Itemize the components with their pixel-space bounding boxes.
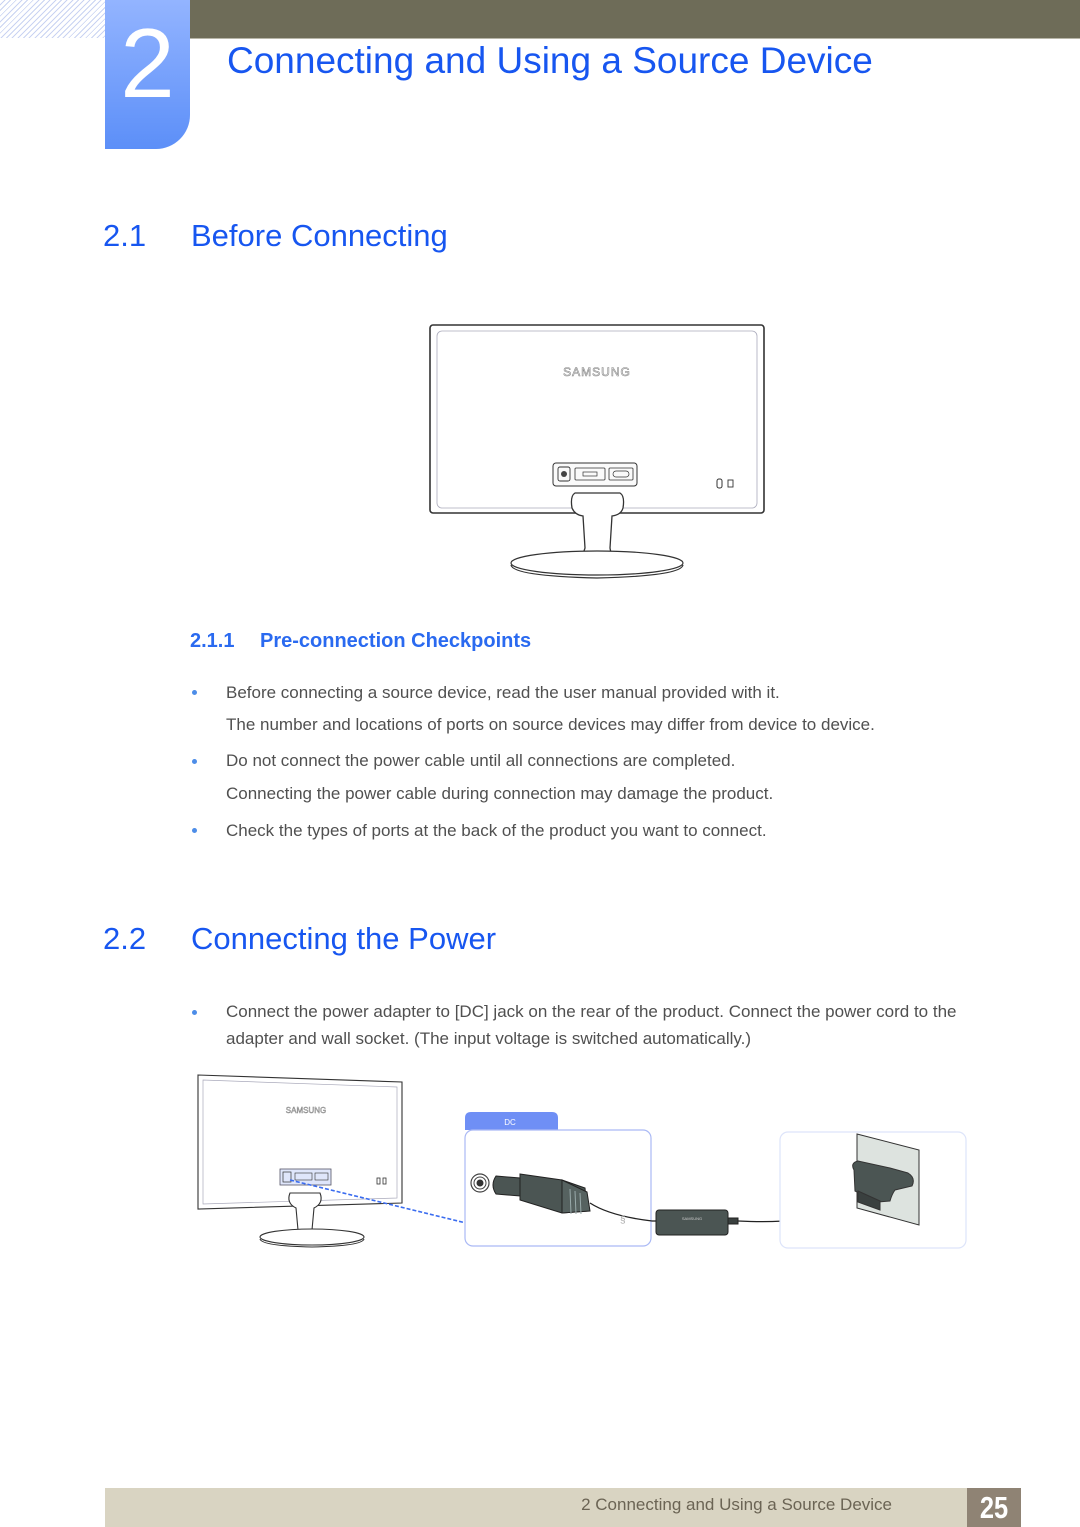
wall-socket-callout	[779, 1131, 967, 1249]
page-footer: 2 Connecting and Using a Source Device 2…	[105, 1488, 1021, 1527]
dc-tab-label: DC	[504, 1118, 516, 1127]
checkpoint-item: Before connecting a source device, read …	[226, 683, 780, 702]
chapter-title: Connecting and Using a Source Device	[227, 40, 873, 81]
subsection-title: Pre-connection Checkpoints	[260, 630, 532, 652]
monitor-rear-view-icon	[197, 1074, 403, 1248]
brand-label: SAMSUNG	[286, 1106, 326, 1115]
dc-jack-icon	[470, 1173, 490, 1193]
monitor-rear-view-icon	[429, 324, 765, 579]
section-title: Connecting the Power	[191, 921, 497, 956]
checkpoint-item: Check the types of ports at the back of …	[226, 821, 767, 840]
power-instruction-line-1: Connect the power adapter to [DC] jack o…	[226, 1002, 957, 1021]
page-number: 25	[979, 1490, 1009, 1525]
power-connection-figure: SAMSUNG DC § SAMSUNG §	[197, 1074, 967, 1249]
section-number: 2.1	[103, 218, 147, 253]
bullet-icon	[192, 1010, 197, 1015]
section-number: 2.2	[103, 921, 147, 956]
decorative-hatch	[0, 0, 105, 38]
power-instruction-line-2: adapter and wall socket. (The input volt…	[226, 1029, 752, 1048]
section-title: Before Connecting	[191, 218, 448, 253]
checkpoint-item: Do not connect the power cable until all…	[226, 751, 736, 770]
svg-text:§: §	[620, 1215, 626, 1226]
chapter-number: 2	[120, 8, 175, 118]
monitor-rear-view-figure: SAMSUNG	[429, 324, 765, 579]
subsection-number: 2.1.1	[190, 630, 235, 652]
bullet-icon	[192, 759, 197, 764]
checkpoint-note: The number and locations of ports on sou…	[226, 715, 875, 734]
bullet-icon	[192, 690, 197, 695]
header-divider	[190, 38, 1080, 39]
page-number-box: 25	[967, 1488, 1021, 1527]
brand-label: SAMSUNG	[563, 365, 631, 379]
section-heading-before-connecting: 2.1 Before Connecting	[103, 218, 448, 254]
bullet-icon	[192, 828, 197, 833]
section-heading-connecting-power: 2.2 Connecting the Power	[103, 921, 496, 957]
dc-callout: DC §	[464, 1112, 653, 1247]
header-bar	[190, 0, 1080, 38]
subsection-heading-pre-connection: 2.1.1 Pre-connection Checkpoints	[190, 630, 531, 653]
chapter-badge: 2	[105, 0, 190, 149]
adapter-label: SAMSUNG	[682, 1216, 702, 1221]
checkpoint-note: Connecting the power cable during connec…	[226, 784, 774, 803]
footer-running-title: 2 Connecting and Using a Source Device	[581, 1495, 892, 1514]
